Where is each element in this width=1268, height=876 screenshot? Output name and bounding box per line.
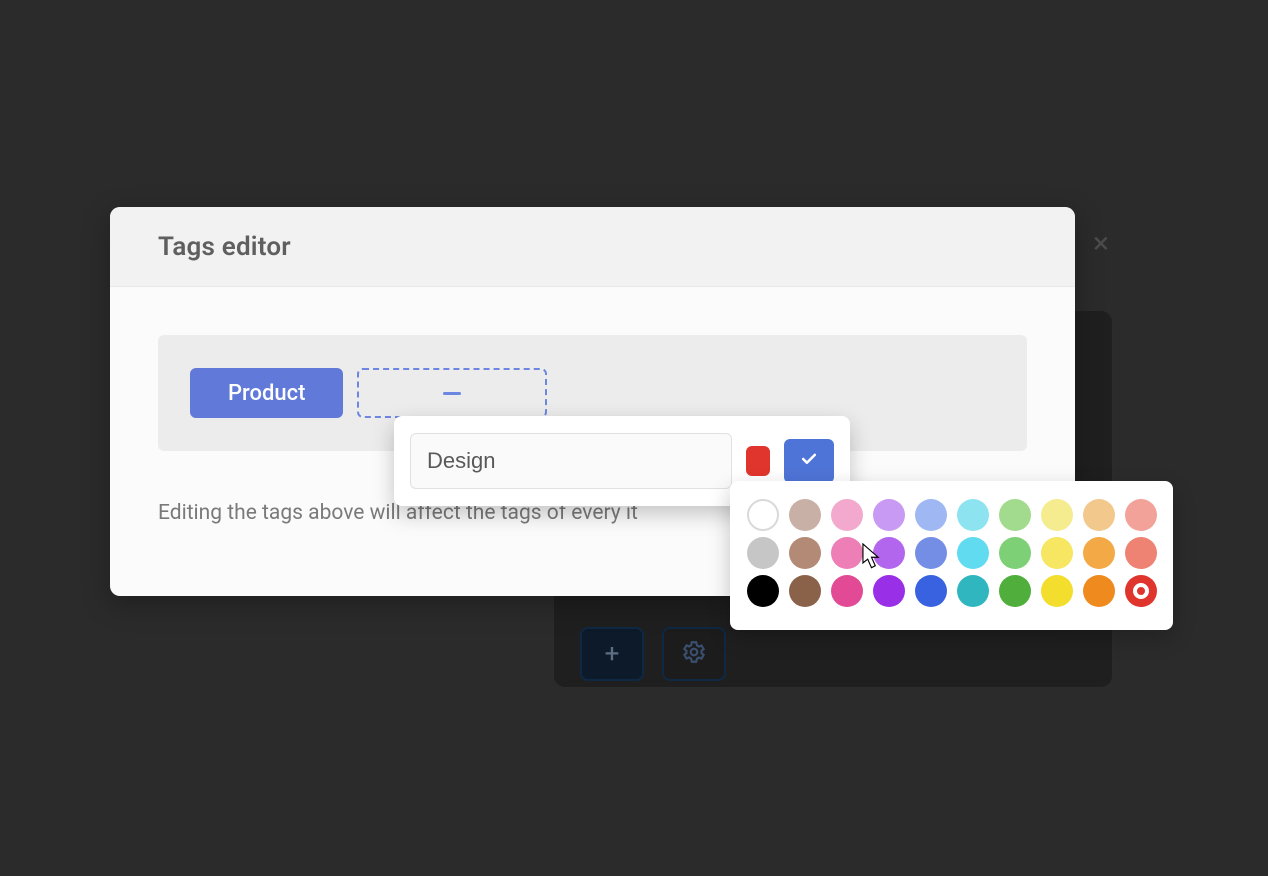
color-swatch-2-4[interactable]: [915, 575, 947, 607]
color-swatch-2-1[interactable]: [789, 575, 821, 607]
modal-header: Tags editor: [110, 207, 1075, 287]
modal-title: Tags editor: [158, 232, 291, 262]
color-swatch-0-8[interactable]: [1083, 499, 1115, 531]
color-swatch-0-9[interactable]: [1125, 499, 1157, 531]
tag-product[interactable]: Product: [190, 368, 343, 418]
color-swatch-0-0[interactable]: [747, 499, 779, 531]
check-icon: [799, 449, 819, 473]
tag-name-input[interactable]: [410, 433, 732, 489]
color-swatch-2-0[interactable]: [747, 575, 779, 607]
color-swatch-0-4[interactable]: [915, 499, 947, 531]
selected-color-swatch[interactable]: [746, 446, 770, 476]
color-swatch-2-8[interactable]: [1083, 575, 1115, 607]
color-swatch-1-2[interactable]: [831, 537, 863, 569]
color-swatch-1-3[interactable]: [873, 537, 905, 569]
color-palette-popover: [730, 481, 1173, 630]
color-swatch-2-9[interactable]: [1125, 575, 1157, 607]
gear-icon: [681, 639, 707, 669]
confirm-button[interactable]: [784, 439, 834, 483]
color-swatch-1-4[interactable]: [915, 537, 947, 569]
color-swatch-1-1[interactable]: [789, 537, 821, 569]
color-swatch-1-9[interactable]: [1125, 537, 1157, 569]
color-swatch-1-0[interactable]: [747, 537, 779, 569]
add-button[interactable]: +: [580, 627, 644, 681]
plus-icon: +: [605, 639, 620, 669]
palette-grid: [746, 499, 1157, 607]
color-swatch-0-6[interactable]: [999, 499, 1031, 531]
color-swatch-2-2[interactable]: [831, 575, 863, 607]
color-swatch-2-6[interactable]: [999, 575, 1031, 607]
background-toolbar: +: [580, 627, 726, 681]
color-swatch-1-5[interactable]: [957, 537, 989, 569]
color-swatch-2-3[interactable]: [873, 575, 905, 607]
color-swatch-0-7[interactable]: [1041, 499, 1073, 531]
add-tag-placeholder[interactable]: [357, 368, 547, 418]
color-swatch-1-6[interactable]: [999, 537, 1031, 569]
dash-icon: [443, 392, 461, 395]
color-swatch-1-7[interactable]: [1041, 537, 1073, 569]
color-swatch-0-5[interactable]: [957, 499, 989, 531]
close-button[interactable]: ×: [1093, 229, 1109, 259]
color-swatch-2-7[interactable]: [1041, 575, 1073, 607]
color-swatch-0-3[interactable]: [873, 499, 905, 531]
color-swatch-2-5[interactable]: [957, 575, 989, 607]
settings-button[interactable]: [662, 627, 726, 681]
color-swatch-0-1[interactable]: [789, 499, 821, 531]
color-swatch-0-2[interactable]: [831, 499, 863, 531]
color-swatch-1-8[interactable]: [1083, 537, 1115, 569]
